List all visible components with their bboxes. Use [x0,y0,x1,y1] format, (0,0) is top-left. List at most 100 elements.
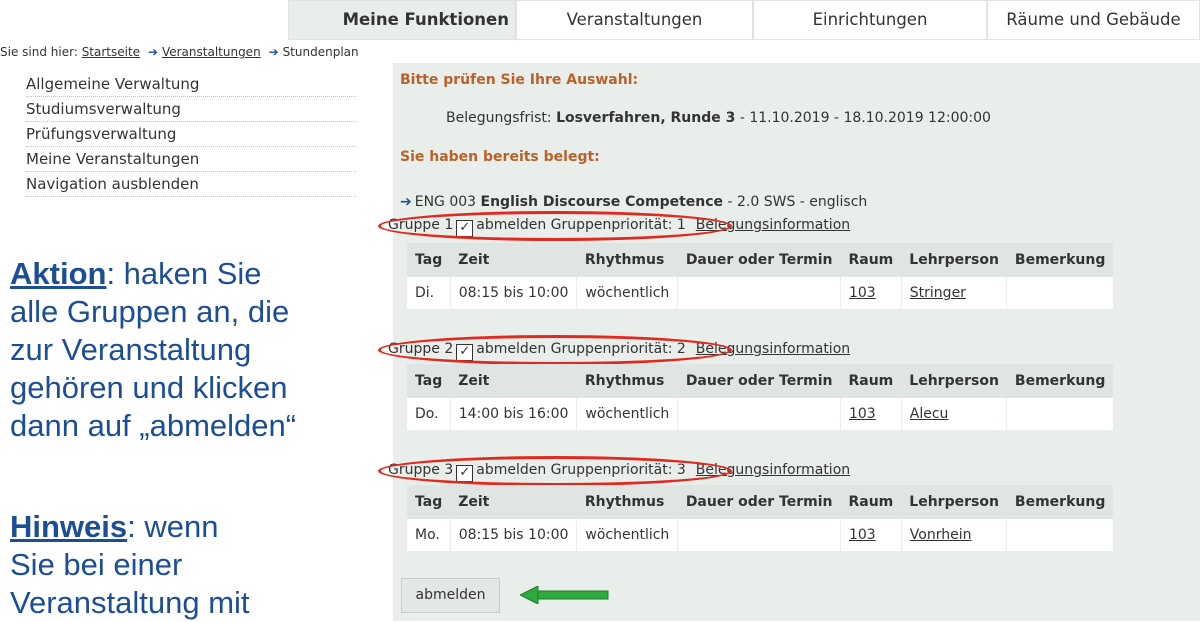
room-link[interactable]: 103 [849,285,876,301]
tab-einrichtungen[interactable]: Einrichtungen [753,0,987,40]
col-zeit: Zeit [450,364,577,398]
col-bemerkung: Bemerkung [1006,485,1114,519]
breadcrumb-arrow-icon: ➔ [268,45,279,59]
cell-zeit: 14:00 bis 16:00 [450,398,578,430]
top-tab-bar: Meine Funktionen Veranstaltungen Einrich… [0,0,1200,40]
group-3-schedule-table: Tag Zeit Rhythmus Dauer oder Termin Raum… [407,485,1114,551]
sidebar-item-allgemeine-verwaltung[interactable]: Allgemeine Verwaltung [26,73,356,97]
breadcrumb-veranstaltungen[interactable]: Veranstaltungen [162,45,261,59]
cell-rhythmus: wöchentlich [576,398,679,430]
tab-veranstaltungen[interactable]: Veranstaltungen [516,0,753,40]
course-details: - 2.0 SWS - englisch [723,194,868,210]
sidebar-item-navigation-ausblenden[interactable]: Navigation ausblenden [26,173,356,197]
col-raum: Raum [840,485,902,519]
lecturer-link[interactable]: Alecu [910,406,949,422]
check-selection-heading: Bitte prüfen Sie Ihre Auswahl: [400,72,639,88]
col-rhythmus: Rhythmus [576,364,678,398]
sidebar-nav: Allgemeine Verwaltung Studiumsverwaltung… [26,73,356,198]
breadcrumb-prefix: Sie sind hier: [0,45,78,59]
cell-rhythmus: wöchentlich [576,277,679,309]
breadcrumb-startseite[interactable]: Startseite [82,45,140,59]
cell-zeit: 08:15 bis 10:00 [450,519,578,551]
col-raum: Raum [840,243,902,277]
course-code: ENG 003 [414,194,481,210]
aktion-line: alle Gruppen an, die [10,294,290,329]
aktion-line: dann auf „abmelden“ [10,408,297,443]
col-lehrperson: Lehrperson [901,243,1007,277]
aktion-line: : haken Sie [106,256,262,291]
sidebar-item-studiumsverwaltung[interactable]: Studiumsverwaltung [26,98,356,122]
belegungsfrist: Belegungsfrist: Losverfahren, Runde 3 - … [446,110,991,126]
breadcrumb-arrow-icon: ➔ [147,45,158,59]
table-row: Di. 08:15 bis 10:00 wöchentlich 103 Stri… [407,277,1114,309]
col-bemerkung: Bemerkung [1006,364,1114,398]
tab-meine-funktionen[interactable]: Meine Funktionen [288,0,516,40]
already-booked-heading: Sie haben bereits belegt: [400,149,600,165]
col-tag: Tag [407,364,451,398]
col-tag: Tag [407,485,451,519]
aktion-label: Aktion [10,256,107,291]
course-arrow-icon: ➔ [400,194,412,210]
tab-raeume-und-gebaeude[interactable]: Räume und Gebäude [987,0,1200,40]
hinweis-line: : wenn [127,509,219,544]
course-name: English Discourse Competence [480,194,724,210]
aktion-line: zur Veranstaltung [10,332,252,367]
table-row: Mo. 08:15 bis 10:00 wöchentlich 103 Vonr… [407,519,1114,551]
hinweis-line: Veranstaltung mit [10,585,250,620]
col-zeit: Zeit [450,485,577,519]
highlight-ellipse [378,211,732,241]
col-rhythmus: Rhythmus [576,243,678,277]
cell-raum: 103 [840,398,902,430]
cell-zeit: 08:15 bis 10:00 [450,277,578,309]
table-header-row: Tag Zeit Rhythmus Dauer oder Termin Raum… [407,364,1114,398]
instruction-hinweis: Hinweis: wenn Sie bei einer Veranstaltun… [10,508,250,622]
cell-raum: 103 [840,519,902,551]
col-lehrperson: Lehrperson [901,485,1007,519]
cell-lehrperson: Vonrhein [901,519,1008,551]
frist-name: Losverfahren, Runde 3 [556,110,736,126]
cell-bemerkung [1006,519,1114,551]
cell-lehrperson: Stringer [901,277,1008,309]
room-link[interactable]: 103 [849,406,876,422]
aktion-line: gehören und klicken [10,370,288,405]
green-arrow-icon [520,586,609,604]
breadcrumb-current: Stundenplan [282,45,359,59]
col-zeit: Zeit [450,243,577,277]
col-rhythmus: Rhythmus [576,485,678,519]
frist-dates: - 11.10.2019 - 18.10.2019 12:00:00 [735,110,991,126]
course-title: ➔ ENG 003 English Discourse Competence - … [400,194,867,210]
lecturer-link[interactable]: Vonrhein [910,527,972,543]
group-1-schedule-table: Tag Zeit Rhythmus Dauer oder Termin Raum… [407,243,1114,309]
col-dauer: Dauer oder Termin [677,243,841,277]
col-dauer: Dauer oder Termin [677,485,841,519]
cell-rhythmus: wöchentlich [576,519,679,551]
cell-raum: 103 [840,277,902,309]
highlight-ellipse [378,456,732,486]
table-header-row: Tag Zeit Rhythmus Dauer oder Termin Raum… [407,243,1114,277]
abmelden-button[interactable]: abmelden [401,578,500,613]
sidebar-item-pruefungsverwaltung[interactable]: Prüfungsverwaltung [26,123,356,147]
cell-bemerkung [1006,398,1114,430]
cell-dauer [677,398,841,430]
col-dauer: Dauer oder Termin [677,364,841,398]
cell-tag: Di. [407,277,451,309]
cell-dauer [677,519,841,551]
cell-dauer [677,277,841,309]
col-raum: Raum [840,364,902,398]
highlight-ellipse [378,335,732,365]
instruction-aktion: Aktion: haken Sie alle Gruppen an, die z… [10,255,296,445]
frist-label: Belegungsfrist: [446,110,557,126]
table-header-row: Tag Zeit Rhythmus Dauer oder Termin Raum… [407,485,1114,519]
cell-lehrperson: Alecu [901,398,1008,430]
room-link[interactable]: 103 [849,527,876,543]
col-tag: Tag [407,243,451,277]
table-row: Do. 14:00 bis 16:00 wöchentlich 103 Alec… [407,398,1114,430]
group-2-schedule-table: Tag Zeit Rhythmus Dauer oder Termin Raum… [407,364,1114,430]
hinweis-line: Sie bei einer [10,547,183,582]
sidebar-item-meine-veranstaltungen[interactable]: Meine Veranstaltungen [26,148,356,172]
lecturer-link[interactable]: Stringer [910,285,966,301]
cell-tag: Mo. [407,519,451,551]
col-lehrperson: Lehrperson [901,364,1007,398]
breadcrumb: Sie sind hier: Startseite ➔ Veranstaltung… [0,45,359,59]
cell-bemerkung [1006,277,1114,309]
